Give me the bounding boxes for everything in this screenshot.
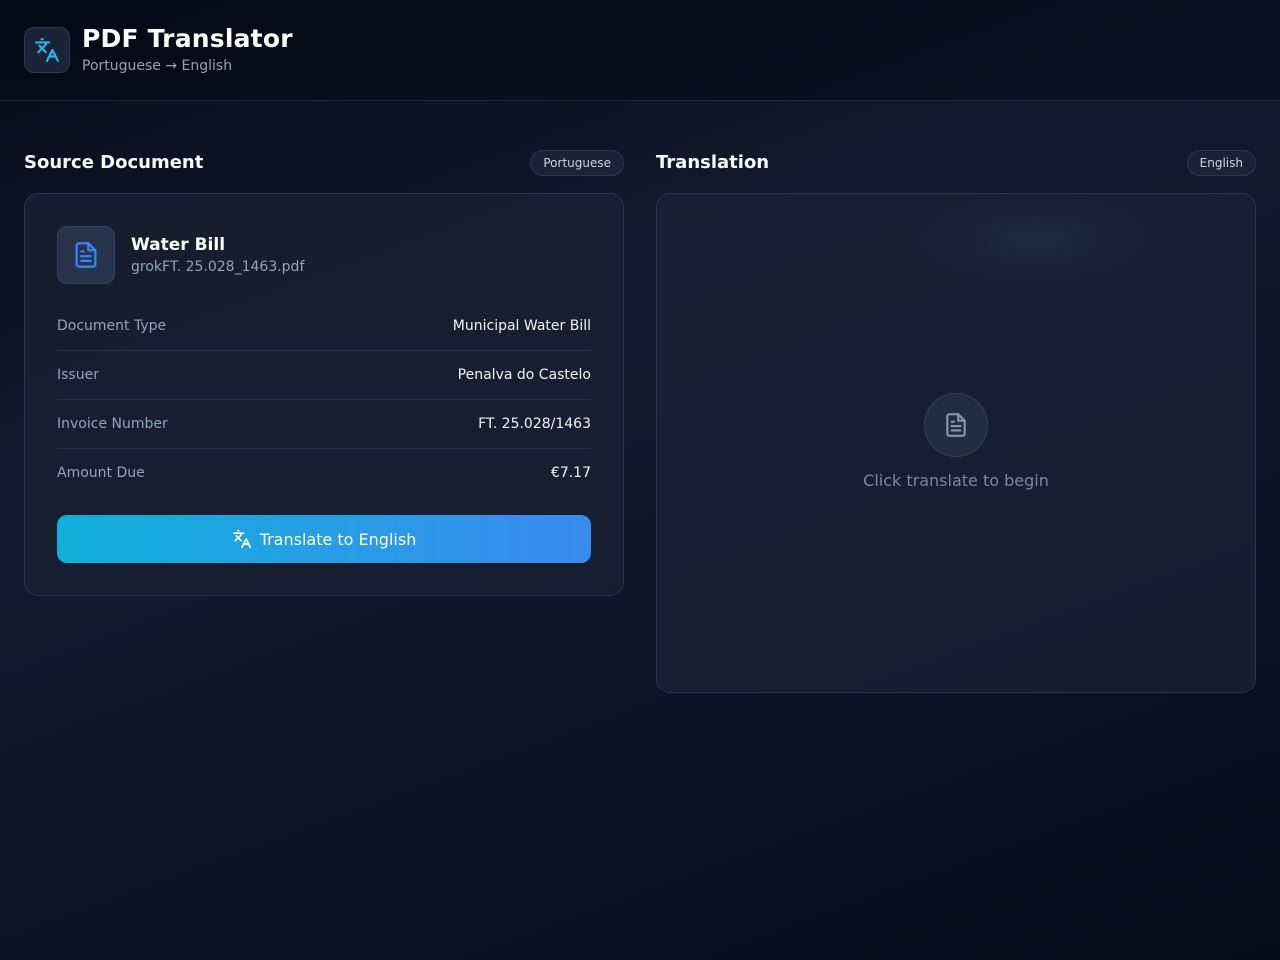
- document-icon: [57, 226, 115, 284]
- document-icon: [924, 393, 988, 457]
- app-title: PDF Translator: [82, 24, 293, 53]
- field-value: FT. 25.028/1463: [478, 416, 591, 432]
- field-value: Penalva do Castelo: [457, 367, 591, 383]
- translate-icon: [24, 27, 70, 73]
- source-panel-title: Source Document: [24, 152, 204, 173]
- field-label: Issuer: [57, 367, 99, 383]
- document-filename: grokFT. 25.028_1463.pdf: [131, 259, 305, 275]
- document-title: Water Bill: [131, 235, 226, 255]
- field-row-document-type: Document Type Municipal Water Bill: [57, 302, 591, 351]
- translate-icon: [232, 529, 252, 549]
- source-document-card: Water Bill grokFT. 25.028_1463.pdf Docum…: [24, 193, 624, 596]
- source-language-badge: Portuguese: [530, 150, 624, 176]
- field-row-issuer: Issuer Penalva do Castelo: [57, 351, 591, 400]
- translation-panel-header: Translation English: [656, 148, 1256, 178]
- field-label: Amount Due: [57, 465, 145, 481]
- field-row-invoice-number: Invoice Number FT. 25.028/1463: [57, 400, 591, 449]
- source-panel-header: Source Document Portuguese: [24, 148, 624, 178]
- app-header: PDF Translator Portuguese → English: [0, 0, 1280, 101]
- field-row-amount-due: Amount Due €7.17: [57, 449, 591, 498]
- field-label: Document Type: [57, 318, 167, 334]
- translate-button-label: Translate to English: [259, 529, 417, 549]
- field-label: Invoice Number: [57, 416, 168, 432]
- field-value: Municipal Water Bill: [452, 318, 591, 334]
- translation-output-card: Click translate to begin: [656, 193, 1256, 693]
- language-direction: Portuguese → English: [82, 58, 233, 74]
- empty-state-message: Click translate to begin: [863, 471, 1049, 490]
- target-language-badge: English: [1186, 150, 1256, 176]
- field-value: €7.17: [550, 465, 591, 481]
- translate-button[interactable]: Translate to English: [57, 515, 591, 563]
- translation-panel-title: Translation: [656, 152, 770, 173]
